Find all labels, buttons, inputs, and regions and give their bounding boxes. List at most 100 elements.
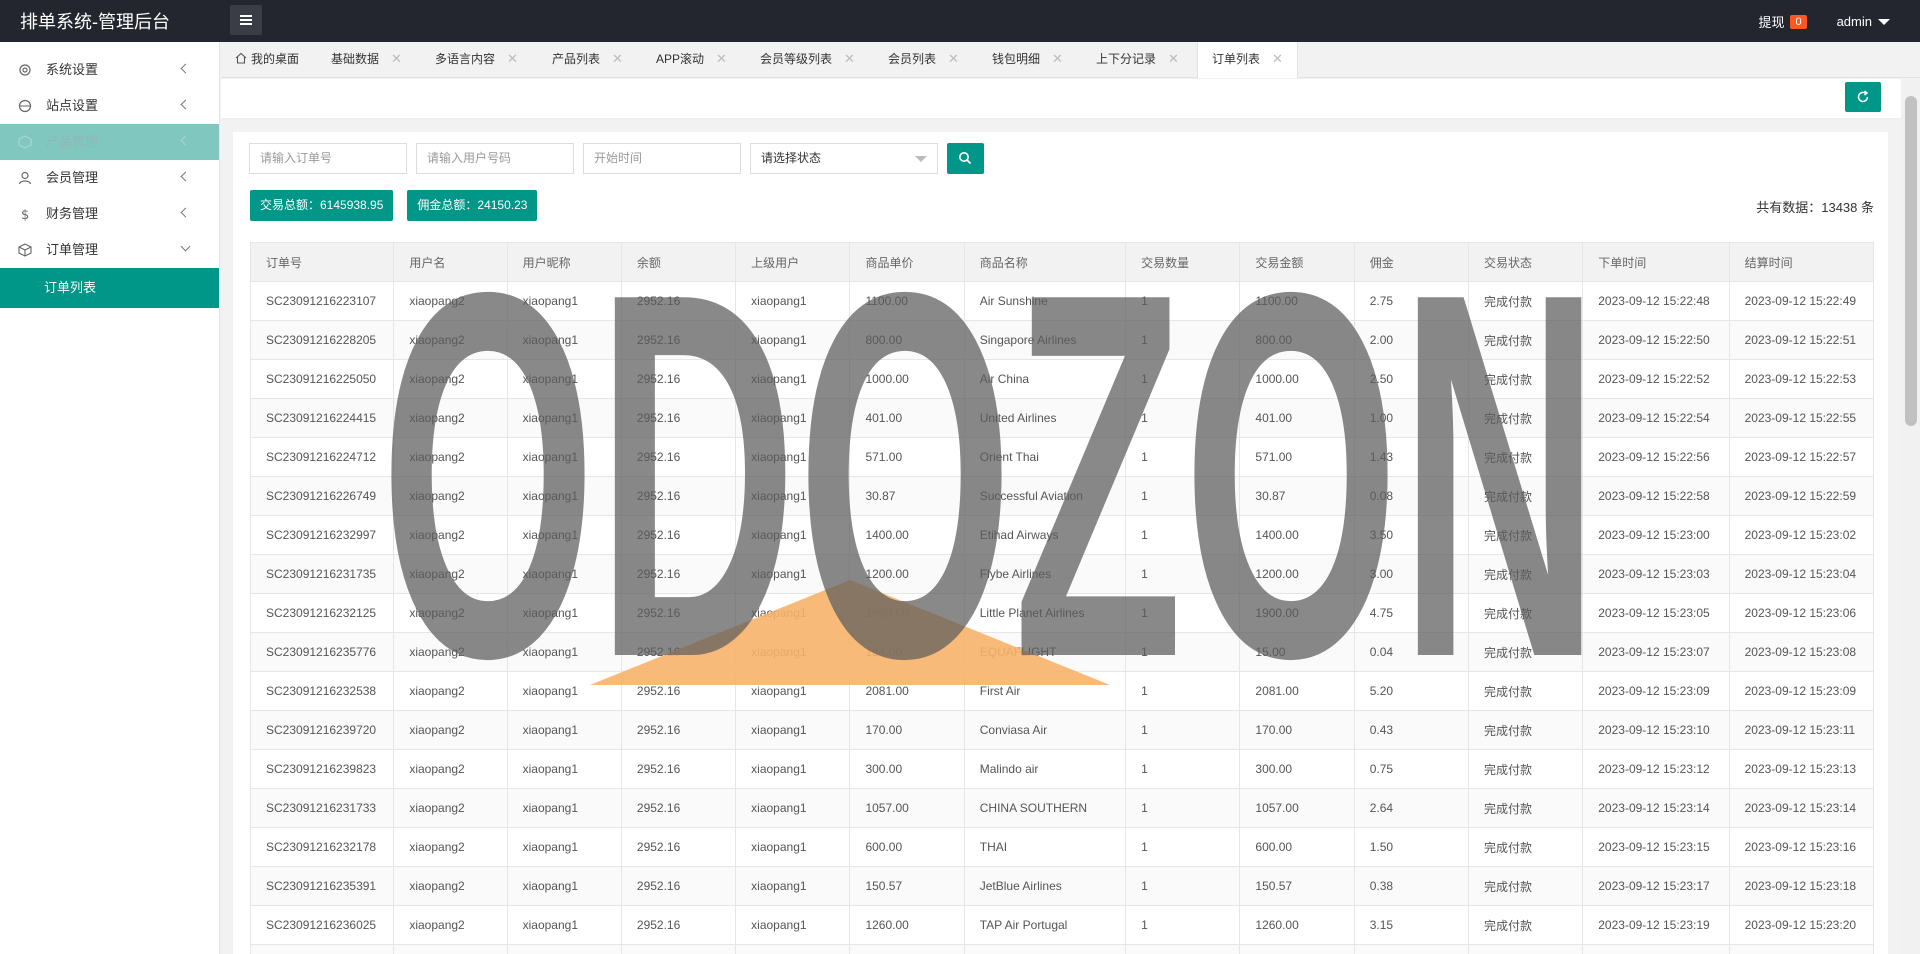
table-cell: 2952.16 (620, 632, 737, 672)
search-button[interactable] (947, 143, 984, 174)
tab-member-list[interactable]: 会员列表 ✕ (888, 42, 959, 78)
table-row[interactable]: SC23091216239720 xiaopang2 xiaopang1 2952.1… (249, 710, 1875, 750)
table-cell: 150.57 (1239, 866, 1355, 906)
table-cell: 1 (1125, 866, 1241, 906)
table-row[interactable]: SC23091216232538 xiaopang2 xiaopang1 2952.1… (249, 671, 1875, 711)
table-cell: xiaopang1 (506, 671, 622, 711)
table-cell: 0.08 (1353, 476, 1469, 516)
tab-desktop[interactable]: 我的桌面 (235, 42, 299, 78)
table-cell: xiaopang1 (735, 905, 851, 945)
table-cell: xiaopang1 (506, 515, 622, 555)
withdraw-badge: 0 (1790, 14, 1807, 29)
tab-wallet-details[interactable]: 钱包明细 ✕ (992, 42, 1063, 78)
table-cell: xiaopang1 (735, 710, 851, 750)
table-cell: 571.00 (849, 437, 965, 477)
sidebar-item-order-management[interactable]: 订单管理 (0, 232, 219, 268)
status-select[interactable]: 请选择状态 (750, 143, 938, 174)
table-cell: xiaopang2 (393, 359, 508, 399)
table-cell (506, 944, 622, 954)
withdraw-link[interactable]: 提现 (1758, 12, 1784, 31)
table-cell: 完成付款 (1467, 710, 1584, 750)
table-cell: 2.75 (1353, 281, 1469, 321)
tab-multilang[interactable]: 多语言内容 ✕ (435, 42, 518, 78)
table-cell: 2023-09-12 15:22:50 (1582, 320, 1730, 360)
close-icon[interactable]: ✕ (844, 51, 855, 66)
tab-basic-data[interactable]: 基础数据 ✕ (331, 42, 402, 78)
table-cell: 600.00 (849, 827, 965, 867)
user-menu[interactable]: admin (1837, 14, 1872, 29)
table-cell: 1057.00 (1239, 788, 1355, 828)
table-row[interactable]: SC23091216235776 xiaopang2 xiaopang1 2952.1… (249, 632, 1875, 672)
sidebar-item-product-management[interactable]: 产品管理 (0, 124, 219, 160)
close-icon[interactable]: ✕ (391, 51, 402, 66)
table-cell: xiaopang2 (393, 281, 508, 321)
close-icon[interactable]: ✕ (1052, 51, 1063, 66)
order-number-input[interactable]: 请输入订单号 (249, 143, 407, 174)
tab-product-list[interactable]: 产品列表 ✕ (552, 42, 623, 78)
table-row[interactable] (249, 944, 1875, 954)
table-row[interactable]: SC23091216224415 xiaopang2 xiaopang1 2952.1… (249, 398, 1875, 438)
close-icon[interactable]: ✕ (1168, 51, 1179, 66)
close-icon[interactable]: ✕ (507, 51, 518, 66)
sidebar-item-label: 财务管理 (46, 206, 99, 221)
table-row[interactable]: SC23091216228205 xiaopang2 xiaopang1 2952.1… (249, 320, 1875, 360)
table-row[interactable]: SC23091216235391 xiaopang2 xiaopang1 2952.1… (249, 866, 1875, 906)
table-cell (393, 944, 508, 954)
table-cell: 2023-09-12 15:22:51 (1728, 320, 1875, 360)
scrollbar-thumb[interactable] (1905, 96, 1917, 426)
user-number-input[interactable]: 请输入用户号码 (416, 143, 574, 174)
table-cell: SC23091216231735 (249, 554, 395, 594)
table-cell: 1 (1125, 905, 1241, 945)
table-cell: 2023-09-12 15:23:09 (1582, 671, 1730, 711)
table-row[interactable]: SC23091216239823 xiaopang2 xiaopang1 2952.1… (249, 749, 1875, 789)
table-cell: xiaopang2 (393, 671, 508, 711)
table-cell: 2023-09-12 15:23:04 (1728, 554, 1875, 594)
table-cell: xiaopang1 (735, 281, 851, 321)
table-cell: 150.57 (849, 866, 965, 906)
sidebar-item-member-management[interactable]: 会员管理 (0, 160, 219, 196)
sidebar-item-finance-management[interactable]: $ 财务管理 (0, 196, 219, 232)
table-row[interactable]: SC23091216232997 xiaopang2 xiaopang1 2952.1… (249, 515, 1875, 555)
table-cell: xiaopang1 (735, 398, 851, 438)
table-cell: 2952.16 (620, 359, 737, 399)
cube-icon (18, 135, 32, 149)
table-row[interactable]: SC23091216232178 xiaopang2 xiaopang1 2952.1… (249, 827, 1875, 867)
tab-app-scroll[interactable]: APP滚动 ✕ (656, 42, 727, 78)
table-cell: 完成付款 (1467, 593, 1584, 633)
sidebar-item-system-settings[interactable]: 系统设置 (0, 52, 219, 88)
table-row[interactable]: SC23091216223107 xiaopang2 xiaopang1 2952.1… (249, 281, 1875, 321)
menu-toggle-button[interactable] (230, 5, 262, 35)
close-icon[interactable]: ✕ (612, 51, 623, 66)
table-cell: 1 (1125, 632, 1241, 672)
table-row[interactable]: SC23091216225050 xiaopang2 xiaopang1 2952.1… (249, 359, 1875, 399)
table-cell: 完成付款 (1467, 671, 1584, 711)
sidebar: 系统设置 站点设置 产品管理 会员管理 $ 财务管理 订单管理 订单列表 (0, 42, 220, 954)
tab-member-levels[interactable]: 会员等级列表 ✕ (760, 42, 855, 78)
table-row[interactable]: SC23091216231733 xiaopang2 xiaopang1 2952.1… (249, 788, 1875, 828)
table-row[interactable]: SC23091216236025 xiaopang2 xiaopang1 2952.1… (249, 905, 1875, 945)
close-icon[interactable]: ✕ (716, 51, 727, 66)
table-row[interactable]: SC23091216224712 xiaopang2 xiaopang1 2952.1… (249, 437, 1875, 477)
sidebar-item-site-settings[interactable]: 站点设置 (0, 88, 219, 124)
close-icon[interactable]: ✕ (948, 51, 959, 66)
stats-row: 交易总额：6145938.95 佣金总额：24150.23 (250, 190, 551, 221)
table-row[interactable]: SC23091216226749 xiaopang2 xiaopang1 2952.1… (249, 476, 1875, 516)
table-cell: 2952.16 (620, 398, 737, 438)
table-cell: 30.87 (1239, 476, 1355, 516)
table-cell: xiaopang1 (506, 320, 622, 360)
start-time-input[interactable]: 开始时间 (583, 143, 741, 174)
table-cell: xiaopang1 (735, 632, 851, 672)
sidebar-subitem-order-list[interactable]: 订单列表 (0, 268, 219, 308)
table-cell: 完成付款 (1467, 437, 1584, 477)
table-cell: 1100.00 (1239, 281, 1355, 321)
refresh-button[interactable] (1845, 82, 1881, 112)
table-cell: xiaopang1 (735, 671, 851, 711)
tab-order-list[interactable]: 订单列表 ✕ (1197, 42, 1298, 78)
table-cell: 完成付款 (1467, 632, 1584, 672)
tab-points-records[interactable]: 上下分记录 ✕ (1096, 42, 1179, 78)
table-row[interactable]: SC23091216231735 xiaopang2 xiaopang1 2952.1… (249, 554, 1875, 594)
table-row[interactable]: SC23091216232125 xiaopang2 xiaopang1 2952.1… (249, 593, 1875, 633)
table-cell: 2023-09-12 15:23:05 (1582, 593, 1730, 633)
table-cell: 2952.16 (620, 788, 737, 828)
close-icon[interactable]: ✕ (1272, 51, 1283, 66)
